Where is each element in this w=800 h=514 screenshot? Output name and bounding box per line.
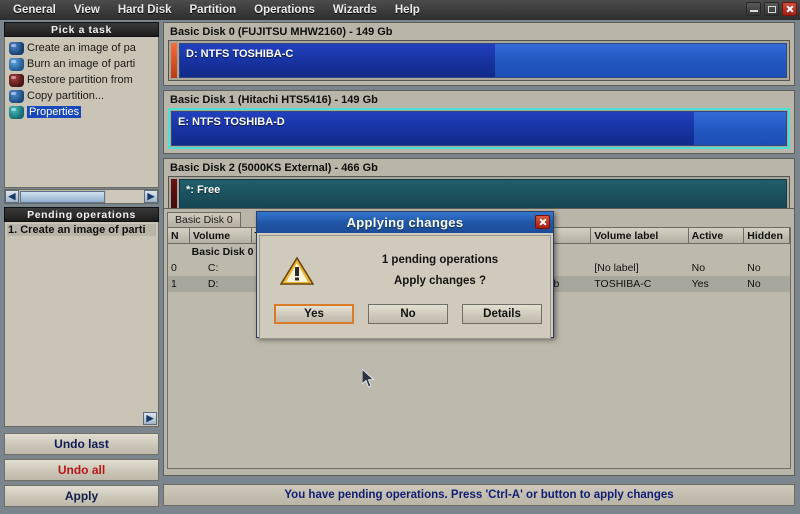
disk-title: Basic Disk 1 (Hitachi HTS5416) - 149 Gb — [170, 94, 378, 106]
burn-image-icon — [9, 57, 24, 71]
list-item[interactable]: 1. Create an image of parti — [7, 224, 156, 236]
close-button[interactable] — [782, 2, 797, 16]
dialog-title: Applying changes — [346, 215, 464, 230]
scroll-left-arrow-icon[interactable]: ◀ — [5, 190, 19, 203]
menu-item-help[interactable]: Help — [386, 2, 429, 18]
disk-panel-0[interactable]: Basic Disk 0 (FUJITSU MHW2160) - 149 Gb … — [163, 22, 795, 86]
status-bar: You have pending operations. Press 'Ctrl… — [163, 484, 795, 506]
apply-button[interactable]: Apply — [4, 485, 159, 507]
task-label: Copy partition... — [27, 90, 105, 102]
cell-n: 1 — [171, 278, 177, 290]
disk-bar[interactable]: E: NTFS TOSHIBA-D — [168, 108, 790, 149]
cell-n: 0 — [171, 262, 177, 274]
menu-item-hard-disk[interactable]: Hard Disk — [109, 2, 181, 18]
undo-last-button[interactable]: Undo last — [4, 433, 159, 455]
task-label: Create an image of pa — [27, 42, 136, 54]
dialog-message: 1 pending operations Apply changes ? — [330, 254, 550, 287]
column-header-volume[interactable]: Volume — [189, 228, 252, 244]
partition-label: *: Free — [186, 184, 221, 196]
menu-item-wizards[interactable]: Wizards — [324, 2, 386, 18]
cell-hidden — [747, 244, 790, 260]
sidebar: Pick a task Create an image of pa Burn a… — [4, 22, 159, 510]
task-item-properties[interactable]: Properties — [7, 104, 157, 120]
disk-image-icon — [9, 41, 24, 55]
restore-partition-icon — [9, 73, 24, 87]
pending-operations-header: Pending operations — [4, 207, 159, 222]
scroll-right-arrow-icon[interactable]: ▶ — [144, 190, 158, 203]
cell-hidden: No — [747, 262, 761, 274]
cell-active: No — [691, 262, 706, 274]
dialog-buttons: Yes No Details — [274, 304, 542, 324]
dialog-message-line1: 1 pending operations — [381, 254, 499, 266]
task-item-burn-image[interactable]: Burn an image of parti — [7, 56, 157, 72]
cell-active — [696, 244, 748, 260]
maximize-button[interactable] — [764, 2, 779, 16]
cell-volume-label: [No label] — [594, 262, 639, 274]
scrollbar-thumb[interactable] — [20, 190, 105, 203]
menu-bar: General View Hard Disk Partition Operati… — [0, 0, 800, 20]
pending-operations-panel: 1. Create an image of parti ▶ — [4, 222, 159, 427]
menu-item-partition[interactable]: Partition — [181, 2, 246, 18]
task-label: Properties — [27, 106, 82, 118]
disk-capacity-marker — [171, 43, 177, 78]
partition-d[interactable]: D: NTFS TOSHIBA-C — [179, 43, 787, 78]
column-header-active[interactable]: Active — [688, 228, 745, 244]
dialog-body: 1 pending operations Apply changes ? Yes… — [259, 235, 551, 339]
minimize-button[interactable] — [746, 2, 761, 16]
disk-title: Basic Disk 0 (FUJITSU MHW2160) - 149 Gb — [170, 26, 393, 38]
applying-changes-dialog: Applying changes 1 pending operations Ap… — [256, 211, 554, 339]
cell-volume-label — [605, 244, 695, 260]
window-controls — [746, 2, 797, 16]
cell-n — [168, 244, 189, 260]
warning-triangle-icon — [279, 256, 315, 286]
disk-panel-1[interactable]: Basic Disk 1 (Hitachi HTS5416) - 149 Gb … — [163, 90, 795, 154]
menu-item-view[interactable]: View — [65, 2, 109, 18]
column-header-volume-label[interactable]: Volume label — [591, 228, 689, 244]
task-item-restore-partition[interactable]: Restore partition from — [7, 72, 157, 88]
column-header-hidden[interactable]: Hidden — [744, 228, 790, 244]
pending-scroll-controls: ▶ — [5, 412, 158, 426]
partition-free-area — [495, 44, 786, 77]
task-list: Create an image of pa Burn an image of p… — [5, 37, 158, 187]
partition-free-area — [693, 112, 786, 145]
pick-a-task-header: Pick a task — [4, 22, 159, 37]
details-button[interactable]: Details — [462, 304, 542, 324]
yes-button[interactable]: Yes — [274, 304, 354, 324]
partition-e[interactable]: E: NTFS TOSHIBA-D — [171, 111, 787, 146]
cell-active: Yes — [691, 278, 709, 290]
disk-title: Basic Disk 2 (5000KS External) - 466 Gb — [170, 162, 378, 174]
task-list-horizontal-scrollbar[interactable]: ◀ ▶ — [4, 189, 159, 204]
task-label: Restore partition from — [27, 74, 133, 86]
no-button[interactable]: No — [368, 304, 448, 324]
pending-scroll-right-arrow-icon[interactable]: ▶ — [143, 412, 157, 425]
menu-item-operations[interactable]: Operations — [245, 2, 324, 18]
menu-item-general[interactable]: General — [4, 2, 65, 18]
dialog-message-line2: Apply changes ? — [393, 275, 487, 287]
mouse-cursor — [361, 367, 376, 389]
undo-all-button[interactable]: Undo all — [4, 459, 159, 481]
column-header-n[interactable]: N — [168, 228, 190, 244]
partition-label: E: NTFS TOSHIBA-D — [178, 116, 285, 128]
scrollbar-track[interactable] — [106, 190, 144, 203]
sidebar-button-stack: Undo last Undo all Apply — [4, 433, 159, 507]
dialog-close-button[interactable] — [535, 215, 550, 229]
disk-bar[interactable]: D: NTFS TOSHIBA-C — [168, 40, 790, 81]
tab-basic-disk-0[interactable]: Basic Disk 0 — [167, 212, 241, 227]
cell-volume-label: TOSHIBA-C — [594, 278, 652, 290]
task-label: Burn an image of parti — [27, 58, 136, 70]
cell-volume: C: — [207, 262, 219, 274]
task-item-create-image[interactable]: Create an image of pa — [7, 40, 157, 56]
properties-icon — [9, 105, 24, 119]
dialog-title-bar: Applying changes — [257, 212, 553, 233]
task-item-copy-partition[interactable]: Copy partition... — [7, 88, 157, 104]
pending-operations-list[interactable]: 1. Create an image of parti — [5, 222, 158, 412]
pick-a-task-panel: Create an image of pa Burn an image of p… — [4, 37, 159, 188]
partition-label: D: NTFS TOSHIBA-C — [186, 48, 294, 60]
copy-partition-icon — [9, 89, 24, 103]
cell-volume: D: — [207, 278, 219, 290]
application-window: General View Hard Disk Partition Operati… — [0, 0, 800, 514]
cell-hidden: No — [747, 278, 761, 290]
cell-free — [546, 244, 605, 260]
